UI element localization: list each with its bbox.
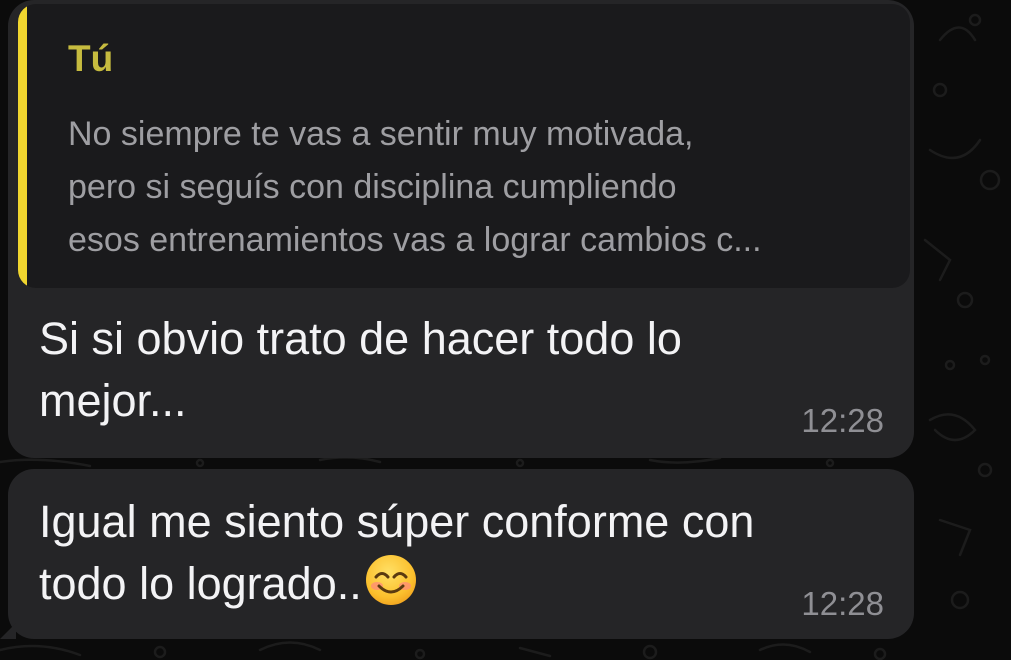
message-line: Igual me siento súper conforme con: [39, 496, 755, 547]
quote-accent-bar: [18, 4, 27, 288]
quoted-message[interactable]: Tú No siempre te vas a sentir muy motiva…: [18, 4, 910, 288]
message-bubble[interactable]: Tú No siempre te vas a sentir muy motiva…: [8, 0, 914, 458]
message-bubble[interactable]: Igual me siento súper conforme con todo …: [0, 469, 914, 639]
bubble-tail: [0, 623, 16, 639]
message-line: todo lo logrado..: [39, 553, 754, 615]
quote-line: pero si seguís con disciplina cumpliendo: [68, 168, 677, 206]
message-line: Si si obvio trato de hacer todo lo: [39, 313, 682, 364]
message-timestamp: 12:28: [801, 585, 884, 622]
message-text: Si si obvio trato de hacer todo lo mejor…: [39, 308, 682, 432]
message-text: Igual me siento súper conforme con todo …: [39, 491, 754, 615]
message-line-text: todo lo logrado..: [39, 558, 362, 609]
quote-line: esos entrenamientos vas a lograr cambios…: [68, 221, 762, 259]
quote-text: No siempre te vas a sentir muy motivada,…: [68, 108, 898, 267]
quote-author: Tú: [68, 38, 114, 79]
message-timestamp: 12:28: [801, 402, 884, 439]
message-line: mejor...: [39, 375, 187, 426]
quote-line: No siempre te vas a sentir muy motivada,: [68, 115, 694, 153]
smiling-face-with-smiling-eyes-icon: [365, 555, 416, 605]
